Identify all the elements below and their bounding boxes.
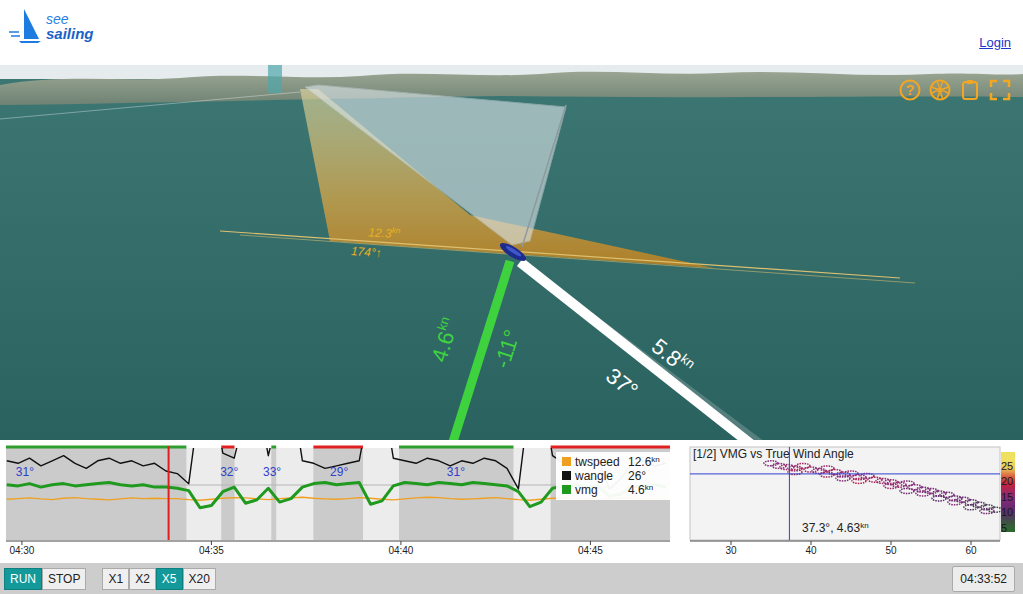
svg-text:60: 60 [965, 545, 977, 556]
scene-toolbar: ? [899, 79, 1011, 101]
boat [498, 240, 529, 264]
leg-angle: 32° [220, 465, 238, 479]
svg-text:30: 30 [725, 545, 737, 556]
playback-button[interactable]: STOP [42, 568, 86, 590]
svg-text:5.8kn: 5.8kn [647, 332, 699, 381]
polar-point [916, 491, 930, 496]
svg-text:5: 5 [1001, 522, 1007, 534]
help-icon[interactable]: ? [899, 79, 921, 101]
shoreline [0, 72, 1023, 105]
leg-marker [551, 446, 670, 449]
tack-band [363, 448, 399, 540]
leg-angle: 31° [16, 465, 34, 479]
svg-text:174°↑: 174°↑ [350, 244, 382, 260]
polar-point [884, 484, 898, 489]
logo[interactable]: seesailing [8, 0, 94, 44]
scene-canvas[interactable]: 12.3kn174°↑4.6kn-11°5.8kn37° [0, 65, 1023, 440]
polar-point [780, 465, 794, 470]
svg-text:vmg: vmg [575, 483, 598, 497]
svg-text:?: ? [906, 82, 915, 98]
polar-point [876, 478, 890, 483]
svg-text:[1/2] VMG vs True Wind Angle: [1/2] VMG vs True Wind Angle [693, 447, 854, 461]
playback-button[interactable]: RUN [4, 568, 42, 590]
leg-marker [271, 446, 276, 449]
playback-group: RUNSTOP [4, 568, 86, 590]
speed-button[interactable]: X5 [156, 568, 183, 590]
svg-text:12.3kn: 12.3kn [368, 224, 401, 241]
timeline-chart[interactable]: 31° 32° 33° 29° 31° 04:30 04:35 04:40 04:45 twspe… [0, 440, 680, 563]
svg-text:-11°: -11° [489, 327, 525, 372]
polar-point [980, 509, 994, 514]
sail [305, 85, 566, 245]
svg-text:50: 50 [885, 545, 897, 556]
leg-angle: 29° [330, 465, 348, 479]
ball-icon[interactable] [929, 79, 951, 101]
control-bar: RUNSTOP X1X2X5X20 04:33:52 [0, 563, 1023, 594]
scene-view[interactable]: 12.3kn174°↑4.6kn-11°5.8kn37° ? [0, 65, 1023, 440]
polar-point [804, 467, 818, 472]
svg-text:25: 25 [1001, 460, 1013, 472]
legend: twspeed 12.6kn wangle 26° vmg 4.6kn [556, 452, 670, 500]
svg-text:04:45: 04:45 [578, 545, 603, 556]
colorbar [1001, 452, 1015, 532]
course-vector: 4.6kn -11° [425, 261, 525, 440]
leg-marker [399, 446, 513, 449]
svg-text:15: 15 [1001, 491, 1013, 503]
polar-point [964, 505, 978, 510]
svg-text:wangle: wangle [574, 469, 613, 483]
svg-text:10: 10 [1001, 506, 1013, 518]
leg-marker [313, 446, 363, 449]
polar-point [948, 500, 962, 505]
time-cursor[interactable] [168, 446, 170, 540]
leg-marker [6, 446, 186, 449]
polar-point [852, 478, 866, 483]
speed-group: X1X2X5X20 [102, 568, 215, 590]
svg-text:04:40: 04:40 [388, 545, 413, 556]
svg-text:twspeed: twspeed [575, 455, 620, 469]
polar-point [932, 496, 946, 501]
svg-text:12.6kn: 12.6kn [628, 455, 660, 469]
clipboard-icon[interactable] [959, 79, 981, 101]
wind-label: 12.3kn 174°↑ [350, 223, 401, 261]
heading-vector: 5.8kn37° [520, 262, 766, 440]
login-link[interactable]: Login [979, 33, 1011, 53]
polar-point [836, 476, 850, 481]
polar-point [820, 472, 834, 477]
svg-text:40: 40 [805, 545, 817, 556]
polar-readout: 37.3°, 4.63kn [802, 521, 869, 535]
app: seesailing Login 12.3kn174°↑4.6kn-11°5.8… [0, 0, 1023, 594]
svg-text:4.6kn: 4.6kn [425, 315, 464, 365]
fullscreen-icon[interactable] [989, 79, 1011, 101]
polar-point [988, 507, 1002, 512]
polar-chart[interactable]: [1/2] VMG vs True Wind Angle 37.3°, 4.63k… [680, 440, 1023, 563]
leg-angle: 33° [263, 465, 281, 479]
speed-button[interactable]: X1 [102, 568, 129, 590]
svg-text:20: 20 [1001, 475, 1013, 487]
speed-button[interactable]: X20 [183, 568, 216, 590]
svg-text:37°: 37° [601, 363, 643, 403]
polar-point [892, 482, 906, 487]
polar-point [900, 489, 914, 494]
clock: 04:33:52 [952, 566, 1015, 592]
leg-angle: 31° [447, 465, 465, 479]
speed-button[interactable]: X2 [129, 568, 156, 590]
sailboat-icon [8, 8, 42, 44]
svg-text:04:30: 04:30 [9, 545, 34, 556]
leg-marker [221, 446, 234, 449]
svg-text:26°: 26° [628, 469, 646, 483]
svg-text:4.6kn: 4.6kn [628, 483, 653, 497]
svg-text:04:35: 04:35 [199, 545, 224, 556]
app-header: seesailing Login [0, 0, 1023, 65]
